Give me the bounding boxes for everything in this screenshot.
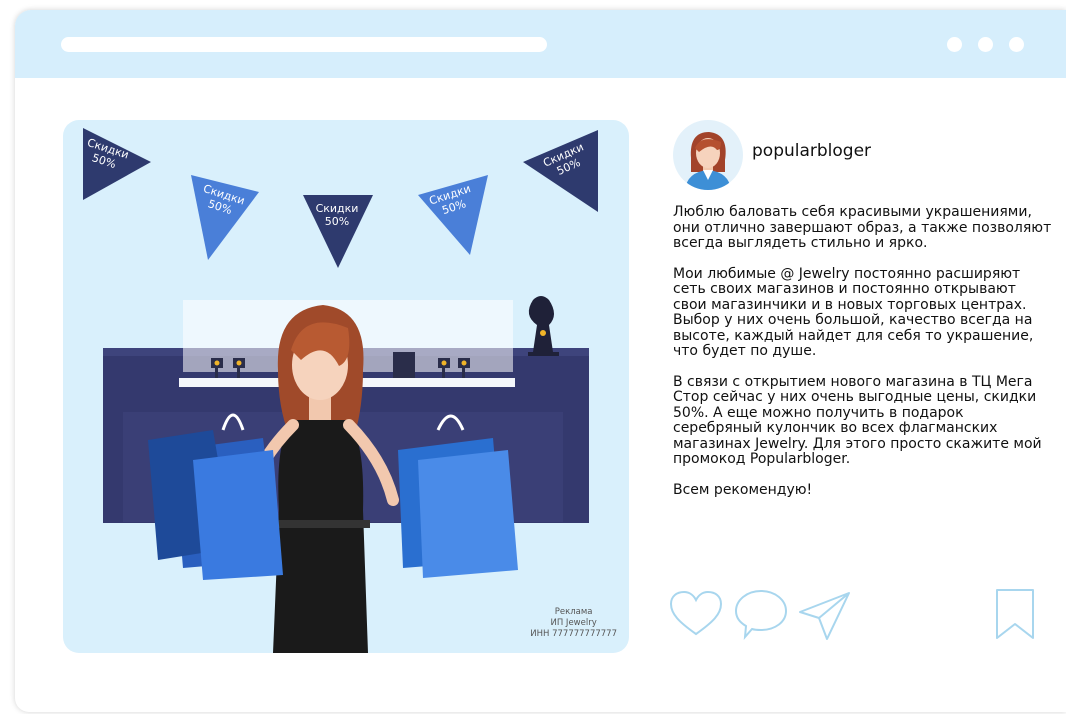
title-bar <box>15 10 1066 78</box>
browser-window: Скидки 50% Скидки 50% Скидки 50% Скидки … <box>15 10 1066 712</box>
username[interactable]: popularbloger <box>752 141 871 161</box>
send-icon[interactable] <box>797 590 853 642</box>
ad-inn: ИНН 777777777777 <box>530 629 617 639</box>
bookmark-icon[interactable] <box>993 588 1037 640</box>
window-dot-2[interactable] <box>978 37 993 52</box>
post-caption: Люблю баловать себя красивыми украшениям… <box>673 204 1053 513</box>
avatar[interactable] <box>673 120 743 190</box>
caption-paragraph: Мои любимые @ Jewelry постоянно расширяю… <box>673 265 1034 359</box>
shop-illustration <box>83 128 598 653</box>
window-dot-3[interactable] <box>1009 37 1024 52</box>
window-dot-1[interactable] <box>947 37 962 52</box>
ad-disclaimer: Реклама ИП Jewelry ИНН 777777777777 <box>530 607 617 640</box>
avatar-image <box>685 132 731 190</box>
caption-paragraph: В связи с открытием нового магазина в ТЦ… <box>673 373 1042 467</box>
flag-label-3: Скидки 50% <box>313 202 361 228</box>
ad-label: Реклама <box>554 607 593 617</box>
ad-advertiser: ИП Jewelry <box>550 618 597 628</box>
caption-paragraph: Люблю баловать себя красивыми украшениям… <box>673 204 1052 251</box>
heart-icon[interactable] <box>669 590 723 638</box>
caption-paragraph: Всем рекомендую! <box>673 481 813 498</box>
flag-percent: 50% <box>324 215 350 228</box>
comment-icon[interactable] <box>733 588 789 640</box>
flag-text: Скидки <box>315 202 359 215</box>
address-bar[interactable] <box>61 37 547 52</box>
post-image[interactable]: Скидки 50% Скидки 50% Скидки 50% Скидки … <box>63 120 629 653</box>
